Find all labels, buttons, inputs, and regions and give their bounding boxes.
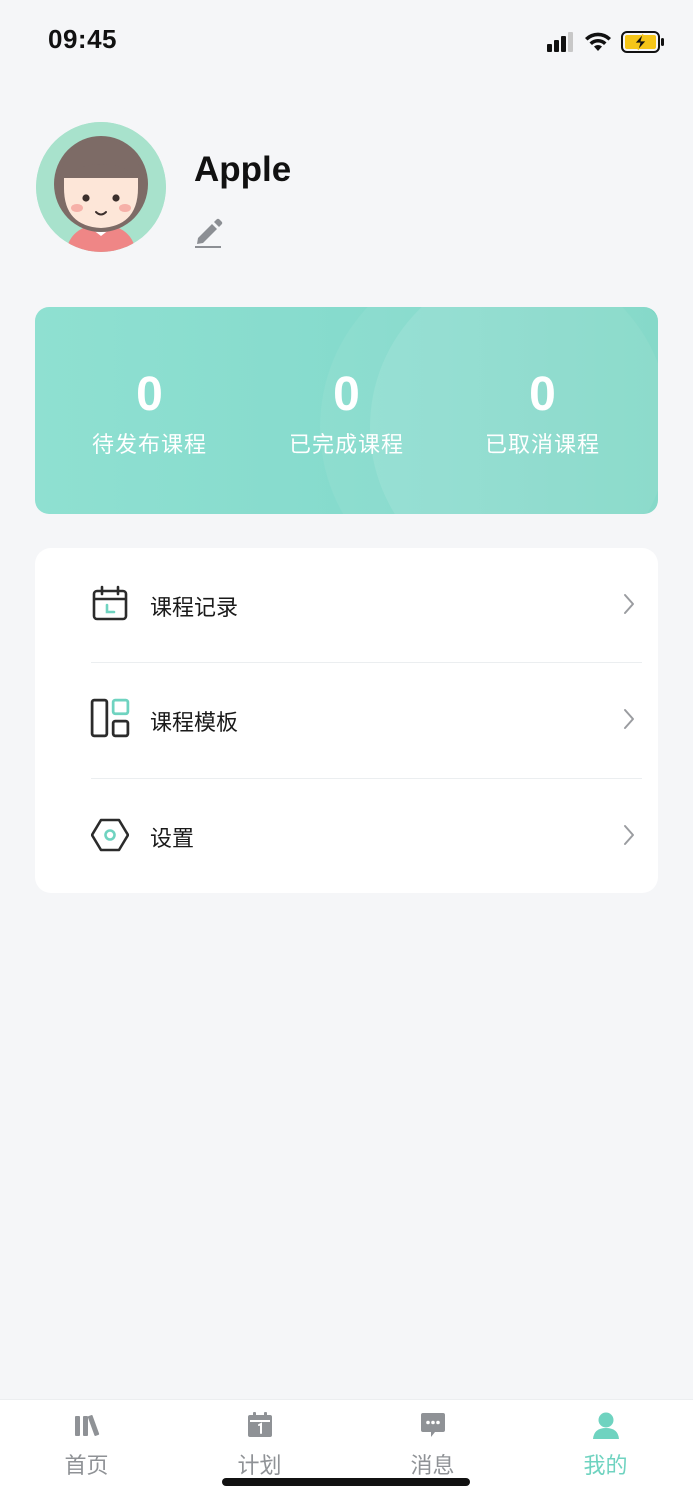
stat-pending-label: 待发布课程 <box>91 433 207 458</box>
person-icon <box>592 1412 619 1439</box>
tab-home[interactable]: 首页 <box>0 1410 173 1480</box>
calendar-day-icon <box>247 1412 272 1437</box>
stat-completed-value: 0 <box>333 368 360 421</box>
menu-item-settings[interactable]: 设置 <box>35 779 658 894</box>
chevron-right-icon <box>624 709 634 729</box>
chevron-right-icon <box>624 594 634 614</box>
tab-plan[interactable]: 计划 <box>173 1410 346 1480</box>
profile-header: Apple <box>36 120 656 260</box>
menu-label: 设置 <box>150 827 195 852</box>
menu-item-course-records[interactable]: 课程记录 <box>35 548 658 663</box>
stat-completed-label: 已完成课程 <box>288 433 404 458</box>
template-icon <box>90 698 130 738</box>
stat-cancelled-label: 已取消课程 <box>484 433 600 458</box>
tab-label: 首页 <box>64 1454 109 1479</box>
stat-pending[interactable]: 0 待发布课程 <box>46 369 253 459</box>
menu-item-course-templates[interactable]: 课程模板 <box>35 663 658 778</box>
signal-icon <box>547 32 573 52</box>
calendar-icon <box>92 585 128 621</box>
tab-messages[interactable]: 消息 <box>346 1410 519 1480</box>
stat-completed[interactable]: 0 已完成课程 <box>243 369 450 459</box>
message-icon <box>420 1413 445 1437</box>
menu-label: 课程模板 <box>150 711 239 736</box>
menu-label: 课程记录 <box>150 596 239 621</box>
tab-label: 我的 <box>583 1454 628 1479</box>
menu-card: 课程记录 课程模板 设置 <box>35 548 658 893</box>
settings-icon <box>91 818 129 852</box>
avatar[interactable] <box>36 122 166 252</box>
profile-name: Apple <box>194 150 292 189</box>
tab-label: 计划 <box>237 1454 282 1479</box>
pencil-icon[interactable] <box>194 216 224 248</box>
wifi-icon <box>585 32 611 51</box>
home-indicator <box>222 1478 470 1486</box>
tab-label: 消息 <box>410 1454 455 1479</box>
stat-cancelled-value: 0 <box>529 368 556 421</box>
status-icons <box>547 28 665 56</box>
stat-pending-value: 0 <box>136 368 163 421</box>
status-bar: 09:45 <box>0 0 693 84</box>
chevron-right-icon <box>624 825 634 845</box>
tab-mine[interactable]: 我的 <box>519 1410 692 1480</box>
course-stats-card: 0 待发布课程 0 已完成课程 0 已取消课程 <box>35 307 658 514</box>
status-time: 09:45 <box>48 24 117 54</box>
stat-cancelled[interactable]: 0 已取消课程 <box>439 369 646 459</box>
battery-charging-icon <box>621 31 664 53</box>
books-icon <box>74 1415 99 1436</box>
